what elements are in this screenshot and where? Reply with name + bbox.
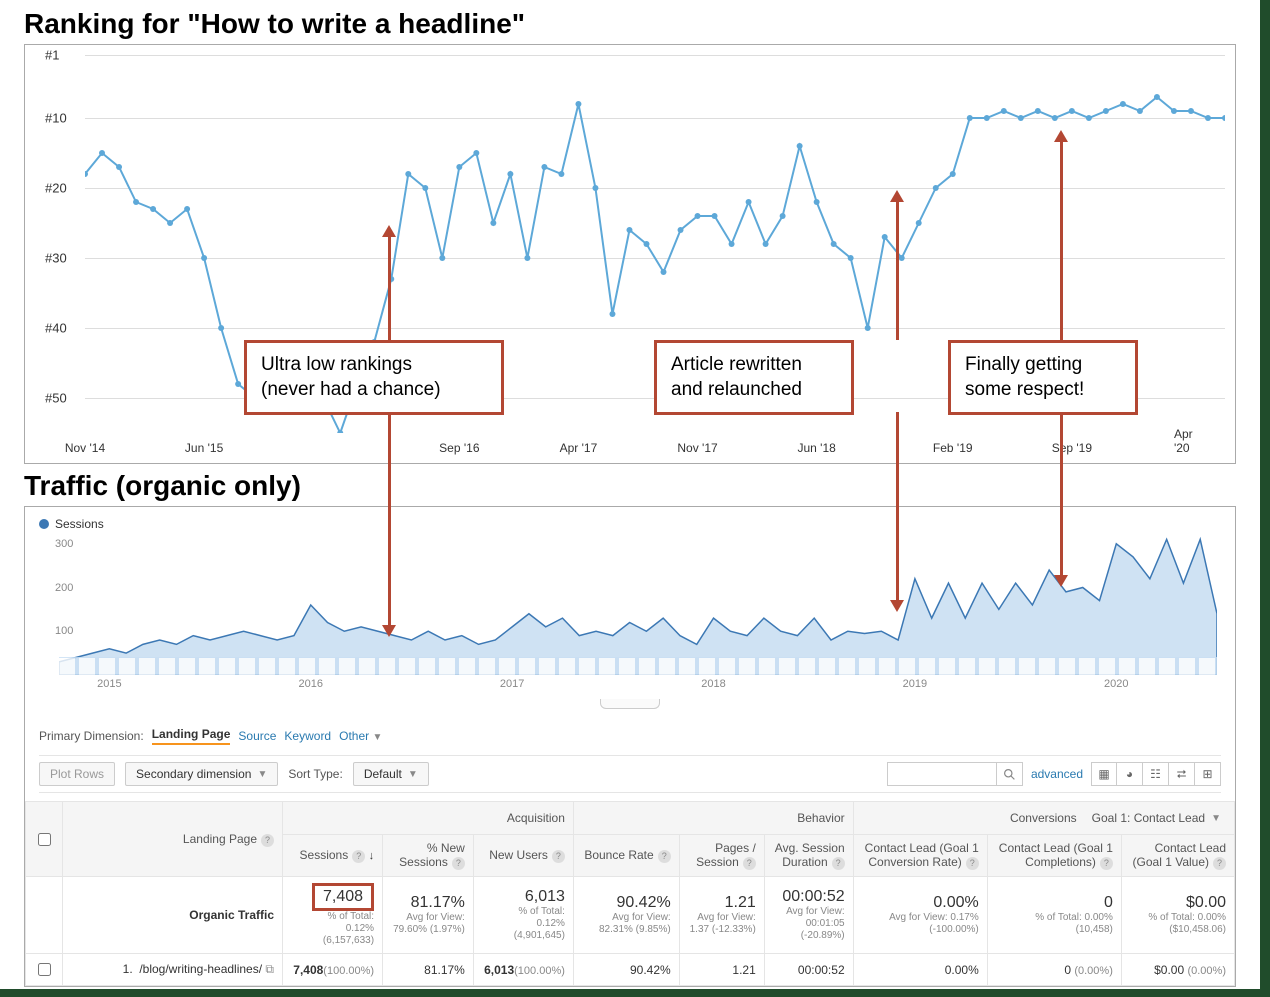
x-tick: Feb '19 bbox=[933, 441, 973, 455]
ranking-title: Ranking for "How to write a headline" bbox=[24, 8, 1236, 40]
traffic-title: Traffic (organic only) bbox=[24, 470, 1236, 502]
help-icon[interactable]: ? bbox=[1213, 857, 1226, 870]
col-bounce[interactable]: Bounce Rate? bbox=[573, 835, 679, 877]
plot-rows-button[interactable]: Plot Rows bbox=[39, 762, 115, 786]
arrow-icon bbox=[1060, 412, 1063, 577]
table-search-input[interactable] bbox=[887, 762, 997, 786]
chevron-down-icon: ▼ bbox=[1211, 813, 1221, 824]
arrow-icon bbox=[388, 412, 391, 627]
help-icon[interactable]: ? bbox=[452, 857, 465, 870]
help-icon[interactable]: ? bbox=[966, 857, 979, 870]
y-tick: #50 bbox=[45, 391, 67, 406]
y-tick: #30 bbox=[45, 251, 67, 266]
group-acquisition: Acquisition bbox=[283, 802, 574, 835]
x-tick: 2016 bbox=[298, 678, 322, 690]
chevron-down-icon: ▼ bbox=[257, 769, 267, 780]
help-icon[interactable]: ? bbox=[261, 834, 274, 847]
x-tick: 2019 bbox=[903, 678, 927, 690]
y-tick: #10 bbox=[45, 111, 67, 126]
view-bars-icon[interactable]: ☷ bbox=[1143, 762, 1169, 786]
x-tick: 2015 bbox=[97, 678, 121, 690]
sessions-label: Sessions bbox=[55, 517, 104, 531]
help-icon[interactable]: ? bbox=[1100, 857, 1113, 870]
group-conversions: Conversions Goal 1: Contact Lead ▼ bbox=[853, 802, 1234, 835]
group-behavior: Behavior bbox=[573, 802, 853, 835]
col-pct-new[interactable]: % New Sessions? bbox=[383, 835, 474, 877]
arrow-icon bbox=[896, 200, 899, 340]
x-tick: 2018 bbox=[701, 678, 725, 690]
arrow-icon bbox=[388, 235, 391, 340]
col-landing-page[interactable]: Landing Page bbox=[183, 832, 257, 846]
sort-desc-icon: ↓ bbox=[369, 850, 375, 862]
x-tick: 2017 bbox=[500, 678, 524, 690]
annotation-rewritten: Article rewritten and relaunched bbox=[654, 340, 854, 415]
x-tick: Sep '19 bbox=[1052, 441, 1092, 455]
help-icon[interactable]: ? bbox=[658, 850, 671, 863]
help-icon[interactable]: ? bbox=[552, 850, 565, 863]
view-pivot-icon[interactable]: ⊞ bbox=[1195, 762, 1221, 786]
search-icon[interactable] bbox=[997, 762, 1023, 786]
y-tick: #40 bbox=[45, 321, 67, 336]
row-checkbox[interactable] bbox=[38, 963, 51, 976]
sort-type-select[interactable]: Default▼ bbox=[353, 762, 429, 786]
view-table-icon[interactable]: ▦ bbox=[1091, 762, 1117, 786]
goal-selector[interactable]: Goal 1: Contact Lead ▼ bbox=[1087, 808, 1226, 828]
col-goal-comp[interactable]: Contact Lead (Goal 1 Completions)? bbox=[987, 835, 1121, 877]
select-all-checkbox[interactable] bbox=[38, 833, 51, 846]
arrow-icon bbox=[896, 412, 899, 602]
view-compare-icon[interactable]: ⮂ bbox=[1169, 762, 1195, 786]
dim-other[interactable]: Other ▼ bbox=[339, 729, 382, 743]
data-table: Landing Page? Acquisition Behavior Conve… bbox=[25, 801, 1235, 986]
col-sessions[interactable]: Sessions? ↓ bbox=[283, 835, 383, 877]
chevron-down-icon: ▼ bbox=[408, 769, 418, 780]
summary-row: Organic Traffic 7,408% of Total: 0.12% (… bbox=[26, 877, 1235, 954]
dim-keyword[interactable]: Keyword bbox=[284, 729, 331, 743]
col-pages[interactable]: Pages / Session? bbox=[679, 835, 764, 877]
x-tick: Jun '15 bbox=[185, 441, 223, 455]
col-goal-rate[interactable]: Contact Lead (Goal 1 Conversion Rate)? bbox=[853, 835, 987, 877]
sort-type-label: Sort Type: bbox=[288, 767, 342, 781]
sessions-highlight: 7,408 bbox=[312, 883, 374, 911]
landing-page-link[interactable]: /blog/writing-headlines/ bbox=[139, 962, 262, 976]
col-goal-val[interactable]: Contact Lead (Goal 1 Value)? bbox=[1121, 835, 1234, 877]
x-tick: Nov '17 bbox=[677, 441, 717, 455]
annotation-respect: Finally getting some respect! bbox=[948, 340, 1138, 415]
primary-dimension-row: Primary Dimension: Landing Page Source K… bbox=[39, 727, 1221, 745]
col-new-users[interactable]: New Users? bbox=[473, 835, 573, 877]
help-icon[interactable]: ? bbox=[743, 857, 756, 870]
y-tick: #20 bbox=[45, 181, 67, 196]
x-tick: 2020 bbox=[1104, 678, 1128, 690]
dim-source[interactable]: Source bbox=[238, 729, 276, 743]
dim-landing-page[interactable]: Landing Page bbox=[152, 727, 231, 745]
timeline-scrubber[interactable] bbox=[59, 657, 1217, 675]
help-icon[interactable]: ? bbox=[352, 850, 365, 863]
help-icon[interactable]: ? bbox=[832, 857, 845, 870]
view-pie-icon[interactable]: ◕ bbox=[1117, 762, 1143, 786]
annotation-low-rankings: Ultra low rankings (never had a chance) bbox=[244, 340, 504, 415]
primary-dimension-label: Primary Dimension: bbox=[39, 729, 144, 743]
col-duration[interactable]: Avg. Session Duration? bbox=[764, 835, 853, 877]
x-tick: Nov '14 bbox=[65, 441, 105, 455]
secondary-dimension-select[interactable]: Secondary dimension▼ bbox=[125, 762, 278, 786]
advanced-link[interactable]: advanced bbox=[1031, 767, 1083, 781]
traffic-area bbox=[59, 535, 1217, 675]
chevron-down-icon: ▼ bbox=[372, 732, 382, 743]
summary-label: Organic Traffic bbox=[63, 877, 283, 954]
x-tick: Jun '18 bbox=[797, 441, 835, 455]
sessions-legend: Sessions bbox=[39, 517, 1221, 531]
x-tick: Apr '17 bbox=[560, 441, 598, 455]
expand-handle[interactable] bbox=[600, 699, 660, 709]
legend-dot-icon bbox=[39, 519, 49, 529]
x-tick: Sep '16 bbox=[439, 441, 479, 455]
y-tick: #1 bbox=[45, 48, 59, 63]
table-row[interactable]: 1. /blog/writing-headlines/ ⧉ 7,408(100.… bbox=[26, 954, 1235, 986]
open-link-icon[interactable]: ⧉ bbox=[265, 962, 274, 976]
arrow-icon bbox=[1060, 140, 1063, 340]
